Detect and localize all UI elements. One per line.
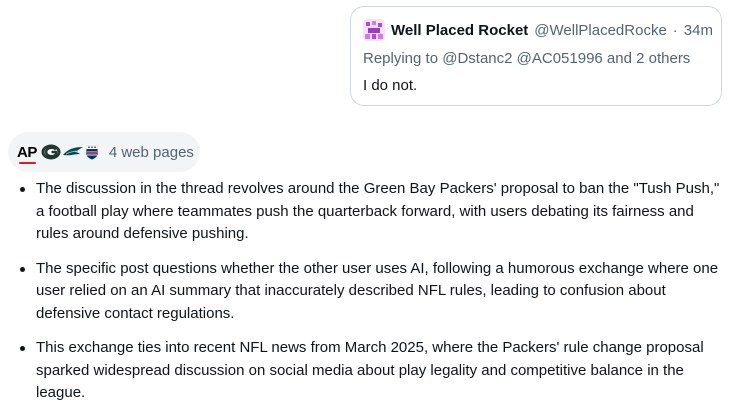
- author-handle[interactable]: @WellPlacedRocke: [534, 22, 667, 39]
- sources-label: 4 web pages: [108, 143, 194, 161]
- list-item: The discussion in the thread revolves ar…: [0, 178, 733, 246]
- summary-list: The discussion in the thread revolves ar…: [0, 178, 733, 417]
- quoted-post-text: I do not.: [363, 77, 418, 94]
- quoted-post-header: Well Placed Rocket @WellPlacedRocke · 34…: [363, 19, 713, 41]
- avatar[interactable]: [363, 19, 385, 41]
- list-item: The specific post questions whether the …: [0, 258, 733, 326]
- nfl-logo-icon: [85, 144, 99, 161]
- list-item-text: The specific post questions whether the …: [36, 259, 719, 322]
- post-time[interactable]: 34m: [684, 22, 713, 39]
- list-item-text: This exchange ties into recent NFL news …: [36, 339, 704, 401]
- replying-to: Replying to @Dstanc2 @AC051996 and 2 oth…: [363, 50, 691, 67]
- separator-dot: ·: [672, 21, 678, 39]
- sources-button[interactable]: AP 4 web pages: [8, 132, 200, 172]
- ap-logo-icon: AP: [17, 143, 37, 164]
- eagles-logo-icon: [62, 147, 83, 156]
- quoted-post-card[interactable]: Well Placed Rocket @WellPlacedRocke · 34…: [350, 6, 722, 106]
- packers-logo-icon: [41, 144, 61, 160]
- bullet-dot-icon: [20, 187, 25, 192]
- list-item: This exchange ties into recent NFL news …: [0, 337, 733, 405]
- list-item-text: The discussion in the thread revolves ar…: [36, 180, 720, 242]
- bullet-dot-icon: [20, 266, 25, 272]
- bullet-dot-icon: [20, 346, 25, 351]
- author-name[interactable]: Well Placed Rocket: [391, 22, 528, 39]
- source-logos: AP: [17, 143, 99, 164]
